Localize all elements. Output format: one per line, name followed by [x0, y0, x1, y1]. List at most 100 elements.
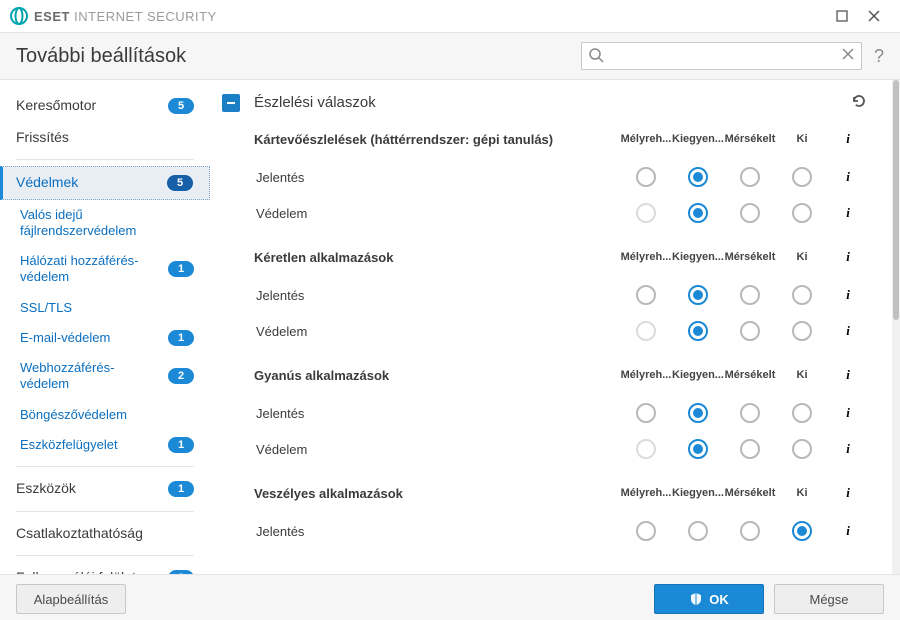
info-button[interactable]: i [828, 441, 868, 457]
divider [16, 466, 194, 467]
sidebar-item[interactable]: Védelmek5 [0, 166, 210, 200]
settings-row: Jelentési [254, 395, 868, 431]
help-button[interactable]: ? [874, 46, 884, 67]
group-title: Veszélyes alkalmazások [254, 486, 620, 501]
cancel-button[interactable]: Mégse [774, 584, 884, 614]
sidebar-item[interactable]: Böngészővédelem [0, 400, 210, 430]
radio-cell [620, 285, 672, 305]
search-input[interactable] [610, 48, 835, 65]
info-icon: i [840, 323, 856, 339]
sidebar-item[interactable]: E-mail-védelem1 [0, 323, 210, 353]
column-header: Kiegyen... [672, 251, 724, 263]
radio-cell [724, 403, 776, 423]
group-header: Kártevőészlelések (háttérrendszer: gépi … [254, 131, 868, 147]
radio-option[interactable] [792, 439, 812, 459]
radio-option[interactable] [792, 203, 812, 223]
radio-option[interactable] [792, 403, 812, 423]
info-button[interactable]: i [828, 485, 868, 501]
radio-option[interactable] [688, 167, 708, 187]
sidebar-item[interactable]: Webhozzáférés-védelem2 [0, 353, 210, 400]
subheader: További beállítások ? [0, 33, 900, 80]
group-header: Veszélyes alkalmazásokMélyreh...Kiegyen.… [254, 485, 868, 501]
info-button[interactable]: i [828, 323, 868, 339]
radio-option[interactable] [688, 521, 708, 541]
sidebar: Keresőmotor5Frissítés Védelmek5Valós idej… [0, 80, 210, 574]
sidebar-item-label: Eszközfelügyelet [20, 437, 162, 453]
collapse-button[interactable] [222, 94, 240, 112]
radio-option[interactable] [792, 285, 812, 305]
scrollbar[interactable] [892, 80, 900, 574]
settings-row: Jelentési [254, 159, 868, 195]
sidebar-item-label: Felhasználói felület [16, 569, 162, 574]
sidebar-item[interactable]: Hálózati hozzáférés-védelem1 [0, 246, 210, 293]
radio-option[interactable] [636, 521, 656, 541]
group-title: Kéretlen alkalmazások [254, 250, 620, 265]
sidebar-item-label: SSL/TLS [20, 300, 194, 316]
radio-option[interactable] [636, 167, 656, 187]
app-logo: ESET INTERNET SECURITY [10, 7, 217, 25]
sidebar-item[interactable]: Frissítés [0, 122, 210, 154]
info-button[interactable]: i [828, 405, 868, 421]
sidebar-item[interactable]: SSL/TLS [0, 293, 210, 323]
search-box[interactable] [581, 42, 862, 70]
info-button[interactable]: i [828, 523, 868, 539]
radio-cell [672, 321, 724, 341]
column-header: Mérsékelt [724, 251, 776, 263]
maximize-icon [836, 10, 848, 22]
group-header: Gyanús alkalmazásokMélyreh...Kiegyen...M… [254, 367, 868, 383]
radio-cell [776, 439, 828, 459]
sidebar-item[interactable]: Valós idejű fájlrendszervédelem [0, 200, 210, 247]
settings-row: Védelemi [254, 195, 868, 231]
radio-option[interactable] [740, 521, 760, 541]
sidebar-item[interactable]: Eszközök1 [0, 473, 210, 505]
radio-option[interactable] [740, 321, 760, 341]
ok-button[interactable]: OK [654, 584, 764, 614]
row-label: Jelentés [254, 288, 620, 303]
radio-option[interactable] [688, 321, 708, 341]
radio-option[interactable] [740, 285, 760, 305]
radio-option[interactable] [688, 285, 708, 305]
radio-cell [672, 439, 724, 459]
radio-cell [724, 521, 776, 541]
sidebar-item-label: Csatlakoztathatóság [16, 525, 194, 543]
column-header: Ki [776, 369, 828, 381]
info-button[interactable]: i [828, 131, 868, 147]
info-button[interactable]: i [828, 287, 868, 303]
radio-option[interactable] [792, 521, 812, 541]
column-header: Mélyreh... [620, 369, 672, 381]
radio-cell [620, 521, 672, 541]
radio-cell [672, 203, 724, 223]
sidebar-item[interactable]: Eszközfelügyelet1 [0, 430, 210, 460]
radio-option[interactable] [792, 321, 812, 341]
info-button[interactable]: i [828, 169, 868, 185]
info-button[interactable]: i [828, 367, 868, 383]
info-button[interactable]: i [828, 205, 868, 221]
radio-option[interactable] [740, 439, 760, 459]
info-icon: i [840, 205, 856, 221]
sidebar-item[interactable]: Felhasználói felület2 [0, 562, 210, 574]
radio-option[interactable] [636, 403, 656, 423]
search-clear-button[interactable] [841, 47, 855, 64]
radio-option[interactable] [740, 203, 760, 223]
radio-option[interactable] [740, 167, 760, 187]
window-maximize-button[interactable] [826, 0, 858, 32]
defaults-button[interactable]: Alapbeállítás [16, 584, 126, 614]
radio-option[interactable] [636, 285, 656, 305]
sidebar-item[interactable]: Csatlakoztathatóság [0, 518, 210, 550]
revert-button[interactable] [850, 92, 868, 113]
scrollbar-thumb[interactable] [893, 80, 899, 320]
radio-option[interactable] [740, 403, 760, 423]
column-header: Kiegyen... [672, 369, 724, 381]
window-close-button[interactable] [858, 0, 890, 32]
info-icon: i [840, 367, 856, 383]
radio-option[interactable] [792, 167, 812, 187]
main: Észlelési válaszok Kártevőészlelések (há… [210, 80, 900, 574]
radio-option[interactable] [688, 439, 708, 459]
radio-option[interactable] [688, 403, 708, 423]
radio-cell [776, 321, 828, 341]
info-button[interactable]: i [828, 249, 868, 265]
sidebar-item[interactable]: Keresőmotor5 [0, 90, 210, 122]
radio-option[interactable] [688, 203, 708, 223]
eset-logo-icon [10, 7, 28, 25]
divider [16, 159, 194, 160]
